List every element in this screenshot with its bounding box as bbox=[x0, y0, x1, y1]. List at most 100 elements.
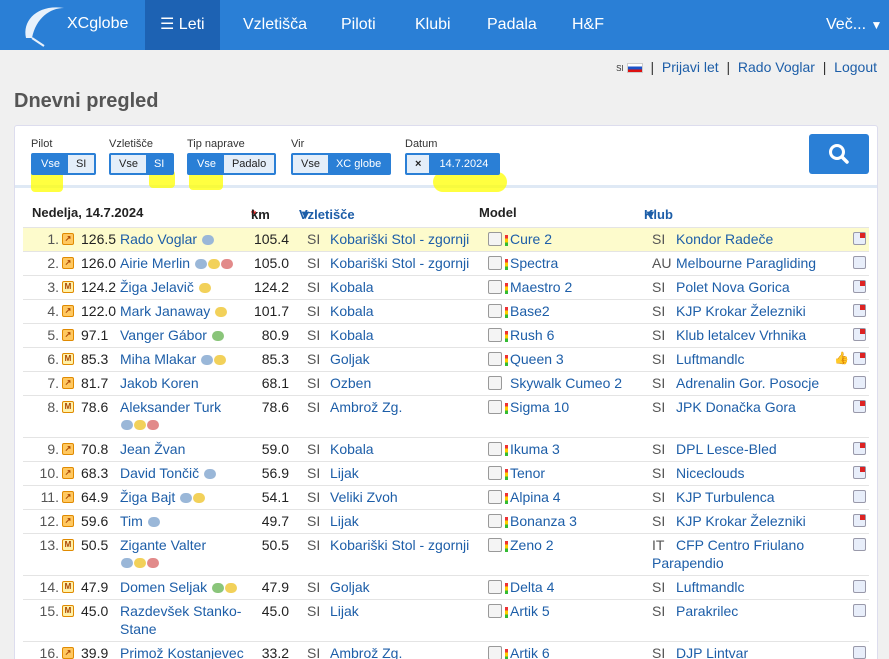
glider-model[interactable]: Bonanza 3 bbox=[510, 513, 577, 529]
table-row[interactable]: 10. ↗ 68.3 David Tončič 56.9 SI Lijak Tenor SI N… bbox=[23, 461, 869, 485]
pilot-name[interactable]: Žiga Bajt bbox=[120, 489, 175, 505]
flight-type-icon[interactable]: ↗ bbox=[62, 467, 74, 479]
pilot-name[interactable]: Domen Seljak bbox=[120, 579, 207, 595]
table-row[interactable]: 7. ↗ 81.7 Jakob Koren 68.1 SI Ozben Skywalk Cu… bbox=[23, 371, 869, 395]
flight-details-icon[interactable] bbox=[853, 442, 866, 455]
pilot-name[interactable]: Mark Janaway bbox=[120, 303, 210, 319]
flight-type-icon[interactable]: ↗ bbox=[62, 491, 74, 503]
table-row[interactable]: 14. M 47.9 Domen Seljak 47.9 SI Goljak Delta 4… bbox=[23, 575, 869, 599]
glider-model[interactable]: Zeno 2 bbox=[510, 537, 554, 553]
table-row[interactable]: 8. M 78.6 Aleksander Turk 78.6 SI Ambrož Zg. Si… bbox=[23, 395, 869, 437]
pilot-name[interactable]: David Tončič bbox=[120, 465, 199, 481]
flight-type-icon[interactable]: ↗ bbox=[62, 443, 74, 455]
club-name[interactable]: Klub letalcev Vrhnika bbox=[676, 327, 806, 343]
club-name[interactable]: Luftmandlc bbox=[676, 579, 744, 595]
nav-sites[interactable]: Vzletišča bbox=[243, 0, 307, 50]
pilot-name[interactable]: Miha Mlakar bbox=[120, 351, 196, 367]
table-row[interactable]: 1. ↗ 126.5 Rado Voglar 105.4 SI Kobariški Sto… bbox=[23, 227, 869, 251]
glider-model[interactable]: Tenor bbox=[510, 465, 545, 481]
site-name[interactable]: Ambrož Zg. bbox=[330, 399, 402, 415]
site-name[interactable]: Kobariški Stol - zgornji bbox=[330, 231, 469, 247]
flight-type-icon[interactable]: ↗ bbox=[62, 515, 74, 527]
flight-type-icon[interactable]: M bbox=[62, 281, 74, 293]
pilot-name[interactable]: Airie Merlin bbox=[120, 255, 190, 271]
site-name[interactable]: Lijak bbox=[330, 465, 359, 481]
table-row[interactable]: 15. M 45.0 Razdevšek Stanko- Stane 45.0 SI Lij… bbox=[23, 599, 869, 641]
report-flight-link[interactable]: Prijavi let bbox=[662, 59, 719, 75]
club-name[interactable]: KJP Turbulenca bbox=[676, 489, 775, 505]
flight-type-icon[interactable]: M bbox=[62, 539, 74, 551]
table-row[interactable]: 11. ↗ 64.9 Žiga Bajt 54.1 SI Veliki Zvoh Alpin… bbox=[23, 485, 869, 509]
nav-more[interactable]: Več... ▼ bbox=[826, 0, 882, 50]
site-filter-all[interactable]: Vse bbox=[111, 155, 146, 173]
glider-model[interactable]: Sigma 10 bbox=[510, 399, 569, 415]
glider-model[interactable]: Spectra bbox=[510, 255, 558, 271]
pilot-name[interactable]: Rado Voglar bbox=[120, 231, 197, 247]
glider-model[interactable]: Ikuma 3 bbox=[510, 441, 560, 457]
club-name[interactable]: KJP Krokar Železniki bbox=[676, 303, 806, 319]
club-name[interactable]: Luftmandlc bbox=[676, 351, 744, 367]
nav-gliders[interactable]: Padala bbox=[487, 0, 537, 50]
table-row[interactable]: 16. ↗ 39.9 Primož Kostanjevec 33.2 SI Ambrož … bbox=[23, 641, 869, 659]
site-name[interactable]: Lijak bbox=[330, 603, 359, 619]
flight-type-icon[interactable]: M bbox=[62, 353, 74, 365]
language-code[interactable]: SI bbox=[616, 64, 624, 73]
pilot-name[interactable]: Zigante Valter bbox=[120, 537, 206, 553]
date-clear-button[interactable]: × bbox=[407, 155, 430, 173]
flight-details-icon[interactable] bbox=[853, 304, 866, 317]
slovenia-flag-icon[interactable] bbox=[626, 63, 643, 74]
nav-pilots[interactable]: Piloti bbox=[341, 0, 376, 50]
pilot-name[interactable]: Tim bbox=[120, 513, 143, 529]
flight-details-icon[interactable] bbox=[853, 328, 866, 341]
club-name[interactable]: CFP Centro Friulano bbox=[676, 537, 804, 553]
pilot-name[interactable]: Žiga Jelavič bbox=[120, 279, 194, 295]
flight-type-icon[interactable]: ↗ bbox=[62, 305, 74, 317]
pilot-filter-all[interactable]: Vse bbox=[33, 155, 68, 173]
search-button[interactable] bbox=[809, 134, 869, 174]
thumbs-up-icon[interactable]: 👍 bbox=[834, 351, 849, 365]
glider-model[interactable]: Base2 bbox=[510, 303, 550, 319]
table-row[interactable]: 6. M 85.3 Miha Mlakar 85.3 SI Goljak Queen 3 SI… bbox=[23, 347, 869, 371]
site-name[interactable]: Ambrož Zg. bbox=[330, 645, 402, 659]
table-row[interactable]: 13. M 50.5 Zigante Valter 50.5 SI Kobariški St… bbox=[23, 533, 869, 575]
pilot-name[interactable]: Aleksander Turk bbox=[120, 399, 221, 415]
glider-model[interactable]: Maestro 2 bbox=[510, 279, 572, 295]
flight-type-icon[interactable]: M bbox=[62, 605, 74, 617]
site-filter-si[interactable]: SI bbox=[145, 155, 173, 173]
user-profile-link[interactable]: Rado Voglar bbox=[738, 59, 815, 75]
club-name[interactable]: Adrenalin Gor. Posocje bbox=[676, 375, 819, 391]
table-row[interactable]: 2. ↗ 126.0 Airie Merlin 105.0 SI Kobariški St… bbox=[23, 251, 869, 275]
pilot-name[interactable]: Jakob Koren bbox=[120, 375, 199, 391]
site-name[interactable]: Goljak bbox=[330, 579, 370, 595]
site-name[interactable]: Kobala bbox=[330, 441, 374, 457]
club-name[interactable]: Parakrilec bbox=[676, 603, 738, 619]
flight-details-icon[interactable] bbox=[853, 538, 866, 551]
club-name[interactable]: DJP Lintvar bbox=[676, 645, 748, 659]
flight-type-icon[interactable]: M bbox=[62, 581, 74, 593]
flight-details-icon[interactable] bbox=[853, 280, 866, 293]
site-name[interactable]: Goljak bbox=[330, 351, 370, 367]
pilot-filter-si[interactable]: SI bbox=[67, 155, 95, 173]
site-name[interactable]: Kobariški Stol - zgornji bbox=[330, 255, 469, 271]
glider-model[interactable]: Artik 5 bbox=[510, 603, 550, 619]
glider-model[interactable]: Rush 6 bbox=[510, 327, 554, 343]
table-row[interactable]: 9. ↗ 70.8 Jean Žvan 59.0 SI Kobala Ikuma 3 SI DP… bbox=[23, 437, 869, 461]
club-name[interactable]: DPL Lesce-Bled bbox=[676, 441, 777, 457]
site-name[interactable]: Ozben bbox=[330, 375, 371, 391]
type-filter-paraglider[interactable]: Padalo bbox=[223, 155, 275, 173]
nav-clubs[interactable]: Klubi bbox=[415, 0, 451, 50]
site-name[interactable]: Kobala bbox=[330, 303, 374, 319]
flight-details-icon[interactable] bbox=[853, 376, 866, 389]
flight-type-icon[interactable]: ↗ bbox=[62, 233, 74, 245]
club-name[interactable]: Melbourne Paragliding bbox=[676, 255, 816, 271]
table-row[interactable]: 5. ↗ 97.1 Vanger Gábor 80.9 SI Kobala Rush 6 SI… bbox=[23, 323, 869, 347]
flight-type-icon[interactable]: ↗ bbox=[62, 377, 74, 389]
flight-details-icon[interactable] bbox=[853, 352, 866, 365]
glider-model[interactable]: Delta 4 bbox=[510, 579, 554, 595]
xcglobe-logo-icon[interactable] bbox=[20, 2, 70, 48]
pilot-name[interactable]: Primož Kostanjevec bbox=[120, 645, 244, 659]
nav-flights[interactable]: ☰ Leti bbox=[145, 0, 220, 50]
flight-details-icon[interactable] bbox=[853, 490, 866, 503]
club-name[interactable]: Kondor Radeče bbox=[676, 231, 773, 247]
pilot-name-cont[interactable]: Stane bbox=[120, 621, 157, 637]
